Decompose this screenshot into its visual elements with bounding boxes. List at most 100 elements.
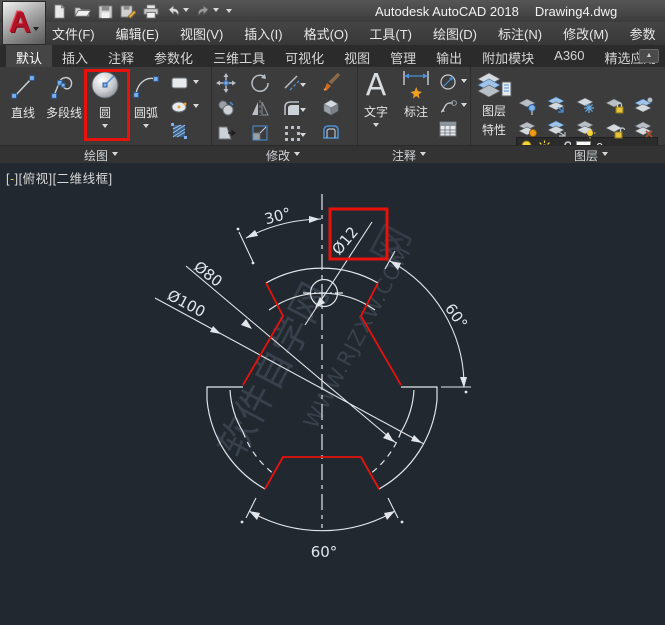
arc-icon bbox=[131, 72, 161, 102]
undo-dropdown-icon[interactable] bbox=[183, 8, 189, 15]
tab-3dtools[interactable]: 三维工具 bbox=[203, 45, 275, 67]
line-button[interactable]: 直线 bbox=[6, 72, 40, 121]
dim-diameter-icon bbox=[438, 73, 458, 91]
tab-home[interactable]: 默认 bbox=[6, 45, 52, 67]
draw-panel-expand-icon[interactable] bbox=[112, 152, 118, 159]
leader-button[interactable] bbox=[438, 97, 467, 115]
menu-file[interactable]: 文件(F) bbox=[52, 24, 95, 43]
scale-icon bbox=[250, 123, 270, 143]
table-button[interactable] bbox=[438, 120, 458, 138]
copy-button[interactable] bbox=[216, 98, 236, 123]
ellipse-dropdown-icon[interactable] bbox=[193, 104, 199, 111]
menu-modify[interactable]: 修改(M) bbox=[563, 24, 609, 43]
save-icon[interactable] bbox=[98, 4, 113, 19]
fillet-dropdown-icon[interactable] bbox=[300, 102, 306, 120]
leader-dropdown-icon[interactable] bbox=[461, 103, 467, 110]
layer-off-button[interactable] bbox=[517, 119, 539, 144]
dimension-button[interactable]: 标注 bbox=[396, 69, 436, 120]
menu-draw[interactable]: 绘图(D) bbox=[433, 24, 477, 43]
tab-view[interactable]: 视图 bbox=[334, 45, 380, 67]
dim-diameter-dropdown-icon[interactable] bbox=[461, 79, 467, 86]
ellipse-button[interactable] bbox=[170, 99, 199, 115]
menu-insert[interactable]: 插入(I) bbox=[244, 24, 282, 43]
viewport-controls[interactable]: [-][俯视][二维线框] bbox=[6, 168, 113, 187]
layers-panel-label[interactable]: 图层 bbox=[574, 147, 608, 164]
layer-isolate-button[interactable] bbox=[517, 95, 539, 120]
move-button[interactable] bbox=[216, 73, 236, 98]
tab-manage[interactable]: 管理 bbox=[380, 45, 426, 67]
arc-button[interactable]: 圆弧 bbox=[128, 72, 164, 131]
outer-arc-lower-right bbox=[379, 400, 437, 489]
menu-format[interactable]: 格式(O) bbox=[304, 24, 349, 43]
tab-parametric[interactable]: 参数化 bbox=[144, 45, 203, 67]
qat-customize-icon[interactable] bbox=[226, 9, 232, 16]
tab-visualize[interactable]: 可视化 bbox=[275, 45, 334, 67]
menu-parametric[interactable]: 参数 bbox=[630, 24, 656, 43]
layers-panel-expand-icon[interactable] bbox=[602, 152, 608, 159]
plot-icon[interactable] bbox=[143, 4, 159, 19]
hatch-button[interactable] bbox=[170, 122, 190, 140]
menu-dimension[interactable]: 标注(N) bbox=[498, 24, 542, 43]
rectangle-dropdown-icon[interactable] bbox=[193, 80, 199, 87]
tab-annotate[interactable]: 注释 bbox=[98, 45, 144, 67]
modify-panel-expand-icon[interactable] bbox=[294, 152, 300, 159]
polyline-label: 多段线 bbox=[46, 104, 82, 121]
layer-thaw-all-button[interactable] bbox=[575, 119, 597, 144]
layer-properties-button[interactable]: 图层 特性 bbox=[474, 70, 514, 138]
polyline-button[interactable]: 多段线 bbox=[42, 72, 86, 121]
draw-panel-label[interactable]: 绘图 bbox=[84, 147, 118, 164]
erase-button[interactable] bbox=[320, 71, 342, 98]
array-dropdown-icon[interactable] bbox=[300, 127, 306, 145]
tab-a360[interactable]: A360 bbox=[544, 45, 594, 67]
offset-button[interactable] bbox=[320, 121, 342, 148]
modify-panel-label[interactable]: 修改 bbox=[266, 147, 300, 164]
save-as-icon[interactable] bbox=[120, 4, 136, 19]
menu-tools[interactable]: 工具(T) bbox=[369, 24, 412, 43]
layer-change-button[interactable] bbox=[633, 95, 655, 120]
layer-copy-to-button[interactable] bbox=[546, 119, 568, 144]
rotate-button[interactable] bbox=[250, 73, 270, 98]
inner-arc-right bbox=[401, 390, 414, 432]
tab-output[interactable]: 输出 bbox=[426, 45, 472, 67]
annotate-panel-expand-icon[interactable] bbox=[420, 152, 426, 159]
annotate-panel-label[interactable]: 注释 bbox=[392, 147, 426, 164]
rectangle-button[interactable] bbox=[170, 75, 199, 91]
mirror-button[interactable] bbox=[250, 98, 270, 123]
new-file-icon[interactable] bbox=[52, 4, 67, 19]
fillet-button[interactable] bbox=[282, 98, 302, 123]
menu-view[interactable]: 视图(V) bbox=[180, 24, 223, 43]
layer-delete-button[interactable] bbox=[633, 119, 655, 144]
layer-freeze-button[interactable] bbox=[575, 95, 597, 120]
trim-button[interactable] bbox=[282, 73, 302, 98]
explode-button[interactable] bbox=[320, 96, 342, 123]
menu-edit[interactable]: 编辑(E) bbox=[116, 24, 159, 43]
open-file-icon[interactable] bbox=[74, 4, 91, 19]
array-icon bbox=[282, 123, 302, 143]
layer-unlock-all-button[interactable] bbox=[604, 119, 626, 144]
mirror-icon bbox=[250, 98, 270, 118]
arc-dropdown-icon[interactable] bbox=[143, 124, 149, 131]
line-label: 直线 bbox=[11, 104, 35, 121]
redo-button[interactable] bbox=[196, 4, 219, 18]
ribbon-collapse-button[interactable]: ▲ bbox=[639, 49, 659, 63]
doc-title: Drawing4.dwg bbox=[535, 4, 617, 19]
viewport-style-control[interactable]: [二维线框] bbox=[53, 172, 113, 186]
trim-dropdown-icon[interactable] bbox=[300, 77, 306, 95]
dim-diameter-button[interactable] bbox=[438, 73, 467, 91]
tab-addins[interactable]: 附加模块 bbox=[472, 45, 544, 67]
app-menu-dropdown-icon bbox=[33, 27, 39, 34]
layer-lock-button[interactable] bbox=[604, 95, 626, 120]
undo-button[interactable] bbox=[166, 4, 189, 18]
application-menu-button[interactable]: A bbox=[2, 1, 46, 45]
tab-insert[interactable]: 插入 bbox=[52, 45, 98, 67]
dim-text-30deg: 30° bbox=[263, 204, 293, 228]
layer-match-button[interactable] bbox=[546, 95, 568, 120]
drawing-canvas[interactable]: [-][俯视][二维线框] 软件自学网 WWW.RJZXW.COM 网 bbox=[0, 163, 665, 625]
polyline-icon bbox=[49, 72, 79, 102]
redo-dropdown-icon[interactable] bbox=[213, 8, 219, 15]
text-button[interactable]: A 文字 bbox=[360, 69, 392, 130]
cad-drawing: 软件自学网 WWW.RJZXW.COM 网 bbox=[0, 163, 665, 625]
watermark-text-extra: 网 bbox=[363, 218, 420, 272]
text-dropdown-icon[interactable] bbox=[373, 123, 379, 130]
viewport-view-control[interactable]: [俯视] bbox=[19, 172, 53, 186]
